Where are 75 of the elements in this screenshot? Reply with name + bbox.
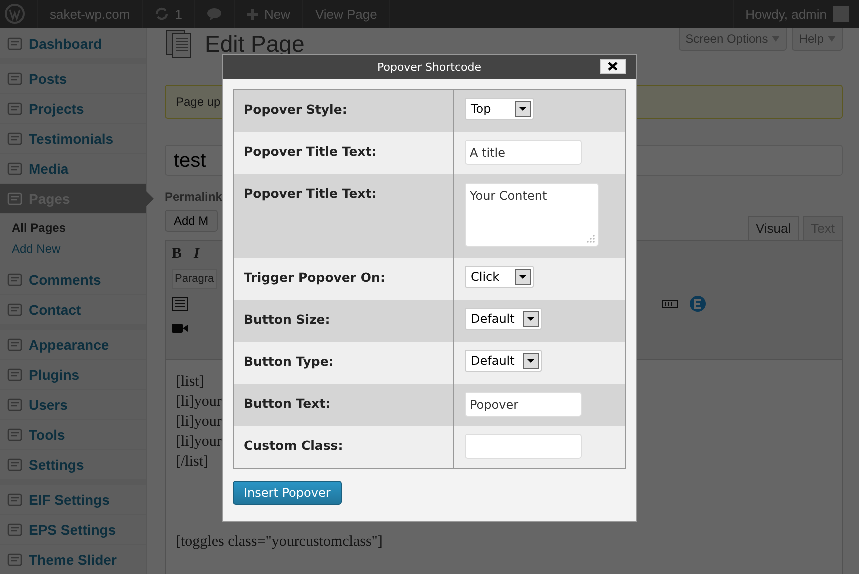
editor-text-line: [toggles class="yourcustomclass"]: [176, 533, 383, 552]
field-label: Popover Style:: [244, 102, 348, 117]
menu-icon: [7, 336, 23, 352]
dialog-title: Popover Shortcode: [377, 60, 482, 74]
menu-item[interactable]: Comments: [0, 265, 146, 295]
e-logo-icon[interactable]: [690, 296, 706, 312]
permalink-label: Permalink: [165, 190, 222, 204]
menu-item[interactable]: Contact: [0, 295, 146, 325]
editor-tab[interactable]: Visual: [748, 216, 800, 240]
field-label: Button Type:: [244, 354, 334, 369]
menu-item[interactable]: EPS Settings: [0, 515, 146, 545]
menu-item[interactable]: Appearance: [0, 330, 146, 360]
text-input-field[interactable]: A title: [465, 140, 582, 165]
menu-icon: [7, 190, 23, 206]
menu-icon: [7, 522, 23, 538]
bold-button[interactable]: B: [172, 246, 182, 262]
field-label: Button Text:: [244, 396, 331, 411]
menu-item[interactable]: Plugins: [0, 360, 146, 390]
menu-icon: [7, 492, 23, 508]
insert-popover-button[interactable]: Insert Popover: [233, 481, 342, 505]
menu-icon: [7, 396, 23, 412]
menu-icon: [7, 272, 23, 288]
menu-item[interactable]: Posts: [0, 64, 146, 94]
field-label: Custom Class:: [244, 438, 344, 453]
textarea-field[interactable]: Your Content: [465, 183, 599, 247]
menu-item[interactable]: Tools: [0, 420, 146, 450]
submenu-item[interactable]: Add New: [0, 239, 146, 260]
menu-icon: [7, 426, 23, 442]
resize-grip-icon[interactable]: [587, 235, 595, 243]
menu-icon: [7, 302, 23, 318]
field-label: Popover Title Text:: [244, 144, 377, 159]
speech-bubble-icon[interactable]: [207, 8, 222, 20]
menu-icon: [7, 130, 23, 146]
italic-button[interactable]: I: [194, 246, 200, 262]
menu-icon: [7, 36, 23, 52]
menu-icon: [7, 100, 23, 116]
menu-item[interactable]: Dashboard: [0, 29, 146, 59]
text-input-field[interactable]: Popover: [465, 392, 582, 417]
field-label: Trigger Popover On:: [244, 270, 386, 285]
editor-text-line: [/list]: [176, 453, 208, 472]
menu-item[interactable]: Settings: [0, 450, 146, 480]
plus-icon[interactable]: [247, 8, 258, 20]
select-dropdown[interactable]: Default: [465, 308, 542, 330]
menu-item[interactable]: Theme Slider: [0, 545, 146, 574]
page-heading: Edit Page: [205, 30, 305, 58]
menu-item[interactable]: Testimonials: [0, 124, 146, 154]
video-camera-icon[interactable]: [172, 322, 188, 334]
format-dropdown[interactable]: Paragra: [172, 269, 218, 289]
close-icon[interactable]: [608, 62, 618, 71]
avatar-placeholder[interactable]: [833, 6, 849, 22]
menu-icon: [7, 160, 23, 176]
menu-item[interactable]: EIF Settings: [0, 485, 146, 515]
select-dropdown[interactable]: Top: [465, 98, 534, 120]
editor-text-line: [li]your: [176, 393, 222, 412]
close-button[interactable]: [600, 59, 626, 74]
select-dropdown[interactable]: Click: [465, 266, 534, 288]
wordpress-logo-icon[interactable]: [5, 4, 25, 24]
menu-icon: [7, 456, 23, 472]
add-media-button[interactable]: Add M: [165, 210, 218, 232]
list-icon[interactable]: [172, 297, 188, 311]
editor-text-line: [list]: [176, 373, 204, 392]
text-input-field[interactable]: [465, 434, 582, 459]
keyboard-icon[interactable]: [662, 300, 678, 308]
menu-icon: [7, 552, 23, 568]
editor-text-line: [li]your: [176, 433, 222, 452]
menu-item[interactable]: Projects: [0, 94, 146, 124]
menu-item[interactable]: Users: [0, 390, 146, 420]
field-label: Popover Title Text:: [244, 186, 377, 201]
submenu-item[interactable]: All Pages: [0, 218, 146, 239]
editor-text-line: [li]your: [176, 413, 222, 432]
menu-icon: [7, 366, 23, 382]
select-dropdown[interactable]: Default: [465, 350, 542, 372]
menu-icon: [7, 70, 23, 86]
refresh-icon[interactable]: [155, 7, 170, 21]
field-label: Button Size:: [244, 312, 330, 327]
